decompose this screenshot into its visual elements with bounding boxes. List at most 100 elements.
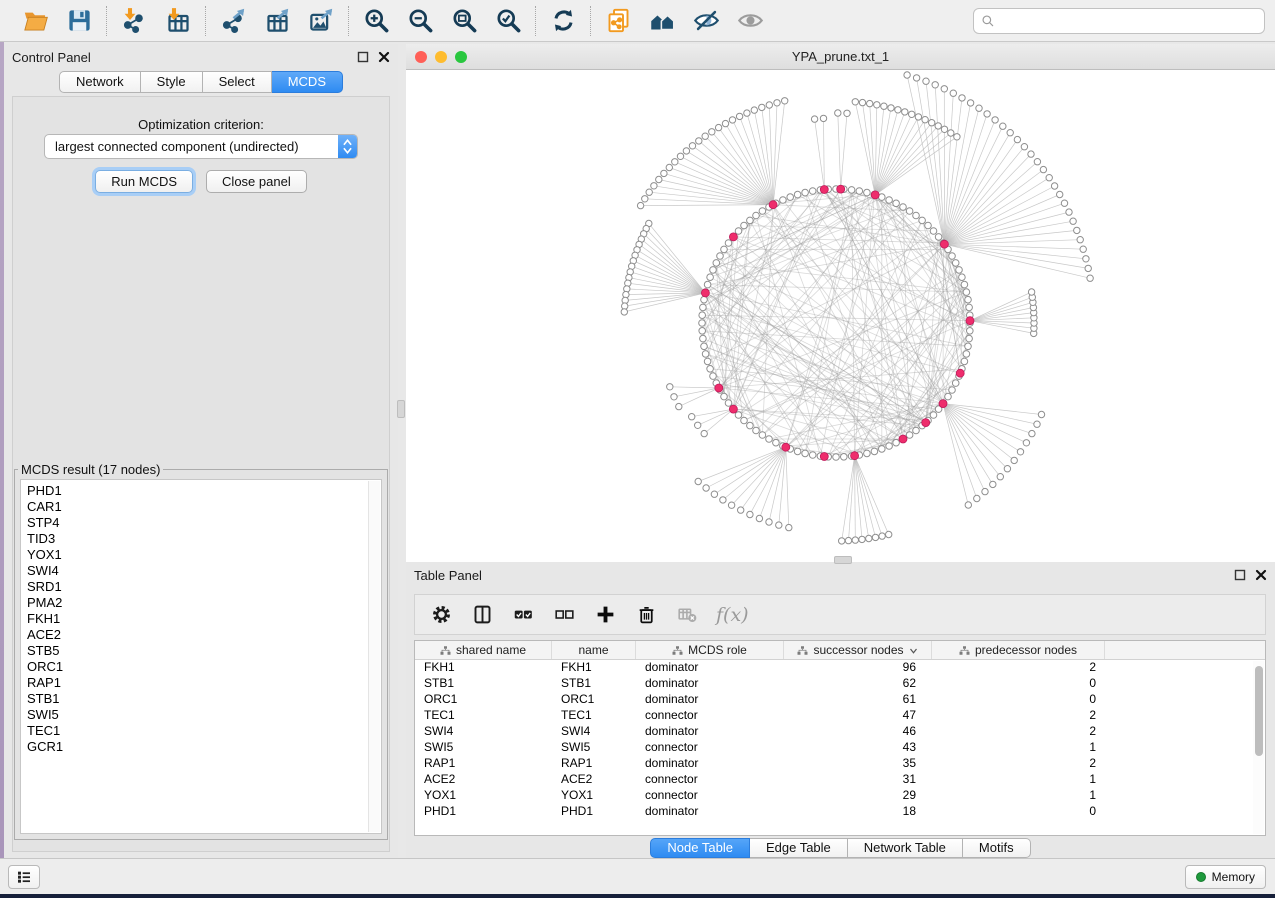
table-cell[interactable]: STB1 — [415, 676, 552, 692]
mcds-result-item[interactable]: PHD1 — [27, 483, 381, 499]
close-table-panel-icon[interactable] — [1255, 569, 1267, 581]
table-cell[interactable]: ACE2 — [552, 772, 636, 788]
table-scrollbar[interactable] — [1253, 661, 1264, 834]
toolbar-zoom-selected-button[interactable] — [493, 6, 523, 36]
table-cell[interactable]: dominator — [636, 724, 784, 740]
table-cell[interactable]: dominator — [636, 756, 784, 772]
table-cell[interactable]: SWI4 — [415, 724, 552, 740]
mcds-result-item[interactable]: CAR1 — [27, 499, 381, 515]
table-toolbar-settings-gear-button[interactable] — [429, 603, 453, 627]
table-cell[interactable]: SWI4 — [552, 724, 636, 740]
table-cell[interactable]: connector — [636, 740, 784, 756]
table-cell[interactable]: YOX1 — [552, 788, 636, 804]
table-cell[interactable]: RAP1 — [552, 756, 636, 772]
task-history-button[interactable] — [8, 865, 40, 889]
table-scrollbar-thumb[interactable] — [1255, 666, 1263, 756]
toolbar-zoom-out-button[interactable] — [405, 6, 435, 36]
table-cell[interactable]: 29 — [784, 788, 932, 804]
column-header-successor-nodes[interactable]: successor nodes — [784, 641, 932, 659]
toolbar-export-image-button[interactable] — [306, 6, 336, 36]
toolbar-refresh-button[interactable] — [548, 6, 578, 36]
table-row[interactable]: PHD1PHD1dominator180 — [415, 804, 1265, 820]
table-cell[interactable]: dominator — [636, 692, 784, 708]
table-toolbar-select-all-button[interactable] — [511, 603, 535, 627]
table-cell[interactable]: ACE2 — [415, 772, 552, 788]
table-cell[interactable]: 31 — [784, 772, 932, 788]
toolbar-export-table-button[interactable] — [262, 6, 292, 36]
table-cell[interactable]: 96 — [784, 660, 932, 676]
column-header-mcds-role[interactable]: MCDS role — [636, 641, 784, 659]
toolbar-import-table-button[interactable] — [163, 6, 193, 36]
network-titlebar[interactable]: YPA_prune.txt_1 — [406, 44, 1275, 70]
float-table-panel-icon[interactable] — [1234, 569, 1246, 581]
toolbar-import-network-button[interactable] — [119, 6, 149, 36]
table-cell[interactable]: FKH1 — [552, 660, 636, 676]
table-toolbar-columns-button[interactable] — [470, 603, 494, 627]
toolbar-first-neighbors-button[interactable] — [647, 6, 677, 36]
mcds-result-item[interactable]: PMA2 — [27, 595, 381, 611]
table-cell[interactable]: 43 — [784, 740, 932, 756]
toolbar-zoom-fit-button[interactable] — [449, 6, 479, 36]
optimization-select[interactable]: largest connected component (undirected) — [44, 134, 358, 159]
toolbar-show-all-button[interactable] — [735, 6, 765, 36]
tab-network-table[interactable]: Network Table — [848, 838, 963, 858]
mcds-result-item[interactable]: STB5 — [27, 643, 381, 659]
table-cell[interactable]: ORC1 — [552, 692, 636, 708]
table-cell[interactable]: 0 — [932, 692, 1105, 708]
tab-edge-table[interactable]: Edge Table — [750, 838, 848, 858]
table-cell[interactable]: dominator — [636, 804, 784, 820]
table-cell[interactable]: 1 — [932, 740, 1105, 756]
vertical-split-handle[interactable] — [397, 400, 405, 418]
tab-node-table[interactable]: Node Table — [650, 838, 750, 858]
mcds-result-item[interactable]: TID3 — [27, 531, 381, 547]
tab-network[interactable]: Network — [59, 71, 141, 93]
table-cell[interactable]: STB1 — [552, 676, 636, 692]
mcds-result-item[interactable]: ORC1 — [27, 659, 381, 675]
horizontal-split-handle[interactable] — [834, 556, 852, 564]
table-cell[interactable]: 1 — [932, 772, 1105, 788]
column-header-shared-name[interactable]: shared name — [415, 641, 552, 659]
table-cell[interactable]: dominator — [636, 660, 784, 676]
table-row[interactable]: RAP1RAP1dominator352 — [415, 756, 1265, 772]
table-row[interactable]: TEC1TEC1connector472 — [415, 708, 1265, 724]
table-cell[interactable]: 0 — [932, 676, 1105, 692]
column-header-name[interactable]: name — [552, 641, 636, 659]
table-cell[interactable]: PHD1 — [552, 804, 636, 820]
column-header-predecessor-nodes[interactable]: predecessor nodes — [932, 641, 1105, 659]
network-canvas[interactable] — [406, 70, 1275, 562]
node-table[interactable]: shared namenameMCDS rolesuccessor nodesp… — [414, 640, 1266, 836]
table-cell[interactable]: TEC1 — [552, 708, 636, 724]
table-cell[interactable]: 0 — [932, 804, 1105, 820]
table-row[interactable]: SWI4SWI4dominator462 — [415, 724, 1265, 740]
table-cell[interactable]: dominator — [636, 676, 784, 692]
mcds-result-item[interactable]: YOX1 — [27, 547, 381, 563]
table-cell[interactable]: connector — [636, 788, 784, 804]
mcds-result-item[interactable]: STP4 — [27, 515, 381, 531]
mcds-result-item[interactable]: RAP1 — [27, 675, 381, 691]
table-cell[interactable]: 35 — [784, 756, 932, 772]
toolbar-open-file-button[interactable] — [20, 6, 50, 36]
table-cell[interactable]: 62 — [784, 676, 932, 692]
table-toolbar-deselect-all-button[interactable] — [552, 603, 576, 627]
mcds-result-item[interactable]: FKH1 — [27, 611, 381, 627]
table-cell[interactable]: YOX1 — [415, 788, 552, 804]
table-cell[interactable]: 2 — [932, 660, 1105, 676]
table-cell[interactable]: 47 — [784, 708, 932, 724]
table-cell[interactable]: FKH1 — [415, 660, 552, 676]
table-cell[interactable]: PHD1 — [415, 804, 552, 820]
toolbar-hide-selected-button[interactable] — [691, 6, 721, 36]
table-cell[interactable]: 2 — [932, 724, 1105, 740]
tab-mcds[interactable]: MCDS — [272, 71, 343, 93]
mcds-result-item[interactable]: SWI5 — [27, 707, 381, 723]
table-cell[interactable]: 2 — [932, 756, 1105, 772]
table-cell[interactable]: 46 — [784, 724, 932, 740]
tab-style[interactable]: Style — [141, 71, 203, 93]
table-cell[interactable]: RAP1 — [415, 756, 552, 772]
table-cell[interactable]: SWI5 — [552, 740, 636, 756]
run-mcds-button[interactable]: Run MCDS — [95, 170, 193, 193]
table-cell[interactable]: 18 — [784, 804, 932, 820]
toolbar-zoom-in-button[interactable] — [361, 6, 391, 36]
table-cell[interactable]: ORC1 — [415, 692, 552, 708]
table-row[interactable]: SWI5SWI5connector431 — [415, 740, 1265, 756]
mcds-result-item[interactable]: SWI4 — [27, 563, 381, 579]
